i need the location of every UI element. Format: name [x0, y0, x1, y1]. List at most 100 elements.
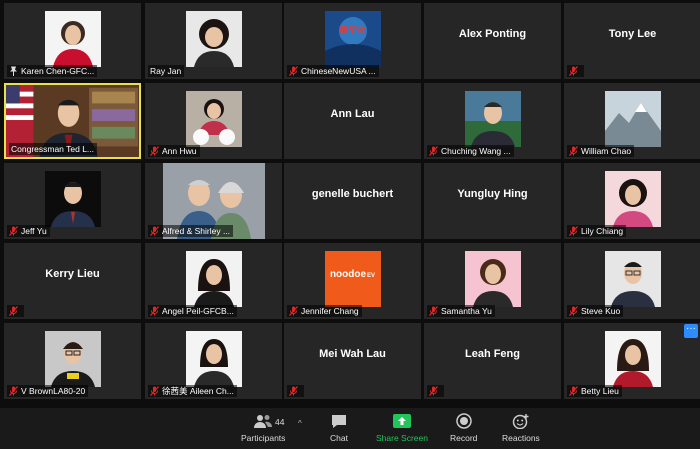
- pin-icon: [9, 66, 18, 76]
- participant-tile-angel-peil-gfcb[interactable]: Angel Peil-GFCB...: [145, 243, 282, 319]
- participant-name-label: [567, 65, 584, 77]
- noodoe-logo-text: noodoeEV: [329, 269, 376, 280]
- mic-muted-icon: [569, 66, 578, 76]
- mic-muted-icon: [150, 386, 159, 396]
- participant-name: Alfred & Shirley ...: [162, 226, 231, 236]
- participant-tile-ann-hwu[interactable]: Ann Hwu: [145, 83, 282, 159]
- mic-muted-icon: [289, 306, 298, 316]
- share-screen-label: Share Screen: [376, 433, 428, 443]
- participant-name-label: ChineseNewUSA ...: [287, 65, 379, 77]
- participant-tile-ann-lau[interactable]: Ann Lau: [284, 83, 421, 159]
- participant-name-label: Ann Hwu: [148, 145, 200, 157]
- video-grid: Karen Chen-GFC... Ray Jan 美华社 ChineseNewUSA…: [4, 3, 700, 399]
- participant-tile-chuching-wang[interactable]: Chuching Wang ...: [424, 83, 561, 159]
- participant-video: [44, 171, 101, 227]
- participant-name-label: Ray Jan: [148, 65, 185, 77]
- participant-name: Angel Peil-GFCB...: [162, 306, 234, 316]
- participant-name: Steve Kuo: [581, 306, 621, 316]
- mic-muted-icon: [429, 386, 438, 396]
- participant-name-label: [7, 305, 24, 317]
- participant-tile-v-brownla80-20[interactable]: V BrownLA80-20: [4, 323, 141, 399]
- meeting-toolbar: Participants 44 ^ Chat Share Screen Reco…: [0, 408, 700, 449]
- participant-name-label: 徐茜美 Aileen Ch...: [148, 385, 237, 397]
- participant-video: [464, 251, 521, 307]
- participant-video: [44, 331, 101, 387]
- participant-tile-yungluy-hing[interactable]: Yungluy Hing: [424, 163, 561, 239]
- participant-tile-mei-wah-lau[interactable]: Mei Wah Lau: [284, 323, 421, 399]
- participants-caret-icon[interactable]: ^: [298, 419, 302, 428]
- participant-name-label: [287, 385, 304, 397]
- participants-icon: [253, 412, 273, 430]
- reactions-button[interactable]: Reactions: [502, 412, 540, 443]
- share-screen-button[interactable]: Share Screen: [376, 412, 428, 443]
- participant-name: Lily Chiang: [581, 226, 624, 236]
- participant-name: Samantha Yu: [441, 306, 492, 316]
- participant-name-label: Alfred & Shirley ...: [148, 225, 234, 237]
- record-button[interactable]: Record: [450, 412, 477, 443]
- chat-button[interactable]: Chat: [329, 412, 349, 443]
- participant-display-name: Ann Lau: [330, 108, 375, 120]
- participant-tile-jennifer-chang[interactable]: noodoeEV Jennifer Chang: [284, 243, 421, 319]
- participant-tile-aileen-ch[interactable]: 徐茜美 Aileen Ch...: [145, 323, 282, 399]
- participant-name-label: Lily Chiang: [567, 225, 627, 237]
- mic-muted-icon: [9, 226, 18, 236]
- participants-label: Participants: [241, 433, 286, 443]
- participant-video: [604, 331, 661, 387]
- participant-name: Jeff Yu: [21, 226, 47, 236]
- participant-tile-alex-ponting[interactable]: Alex Ponting: [424, 3, 561, 79]
- participant-display-name: Mei Wah Lau: [319, 348, 386, 360]
- mic-muted-icon: [569, 146, 578, 156]
- participant-display-name: Tony Lee: [608, 28, 657, 40]
- participant-name-label: Chuching Wang ...: [427, 145, 514, 157]
- reactions-icon: [511, 412, 531, 430]
- participant-name: Ray Jan: [150, 66, 182, 76]
- participant-tile-congressman-ted-l[interactable]: Congressman Ted L...: [4, 83, 141, 159]
- participant-tile-betty-lieu[interactable]: Betty Lieu: [564, 323, 700, 399]
- participant-name-label: Samantha Yu: [427, 305, 495, 317]
- participant-tile-karen-chen-gfc[interactable]: Karen Chen-GFC...: [4, 3, 141, 79]
- participant-video: [44, 11, 101, 67]
- participant-name-label: Betty Lieu: [567, 385, 622, 397]
- chat-label: Chat: [330, 433, 348, 443]
- participant-video: 美华社: [324, 11, 381, 67]
- participant-name-label: Jeff Yu: [7, 225, 50, 237]
- participant-name: ChineseNewUSA ...: [301, 66, 376, 76]
- participants-count: 44: [275, 417, 285, 427]
- participant-display-name: Yungluy Hing: [457, 188, 528, 200]
- participant-name-label: V BrownLA80-20: [7, 385, 89, 397]
- participant-tile-lily-chiang[interactable]: Lily Chiang: [564, 163, 700, 239]
- participant-tile-ray-jan[interactable]: Ray Jan: [145, 3, 282, 79]
- participant-video: [185, 91, 242, 147]
- participant-display-name: Kerry Lieu: [45, 268, 100, 280]
- participant-name-label: Karen Chen-GFC...: [7, 65, 98, 77]
- participant-video: [185, 11, 242, 67]
- participant-tile-alfred-shirley[interactable]: Alfred & Shirley ...: [145, 163, 282, 239]
- participant-tile-william-chao[interactable]: William Chao: [564, 83, 700, 159]
- mic-muted-icon: [569, 306, 578, 316]
- participant-tile-genelle-buchert[interactable]: genelle buchert: [284, 163, 421, 239]
- participant-video: [604, 251, 661, 307]
- participant-display-name: Alex Ponting: [458, 28, 527, 40]
- participant-video: [185, 331, 242, 387]
- mic-muted-icon: [289, 66, 298, 76]
- participant-video: noodoeEV: [324, 251, 381, 307]
- mic-muted-icon: [9, 306, 18, 316]
- participant-tile-tony-lee[interactable]: Tony Lee: [564, 3, 700, 79]
- mic-muted-icon: [429, 146, 438, 156]
- participant-name: Chuching Wang ...: [441, 146, 511, 156]
- mic-muted-icon: [150, 146, 159, 156]
- more-options-button[interactable]: ···: [684, 324, 698, 338]
- participant-tile-jeff-yu[interactable]: Jeff Yu: [4, 163, 141, 239]
- participant-tile-samantha-yu[interactable]: Samantha Yu: [424, 243, 561, 319]
- participant-tile-steve-kuo[interactable]: Steve Kuo: [564, 243, 700, 319]
- participant-tile-chinesenewusa[interactable]: 美华社 ChineseNewUSA ...: [284, 3, 421, 79]
- participant-tile-kerry-lieu[interactable]: Kerry Lieu: [4, 243, 141, 319]
- participant-name: Betty Lieu: [581, 386, 619, 396]
- mic-muted-icon: [9, 386, 18, 396]
- participant-tile-leah-feng[interactable]: Leah Feng: [424, 323, 561, 399]
- participant-name: Ann Hwu: [162, 146, 197, 156]
- mic-muted-icon: [150, 306, 159, 316]
- share-screen-icon: [392, 412, 412, 430]
- participant-name: Karen Chen-GFC...: [21, 66, 95, 76]
- participant-display-name: Leah Feng: [464, 348, 520, 360]
